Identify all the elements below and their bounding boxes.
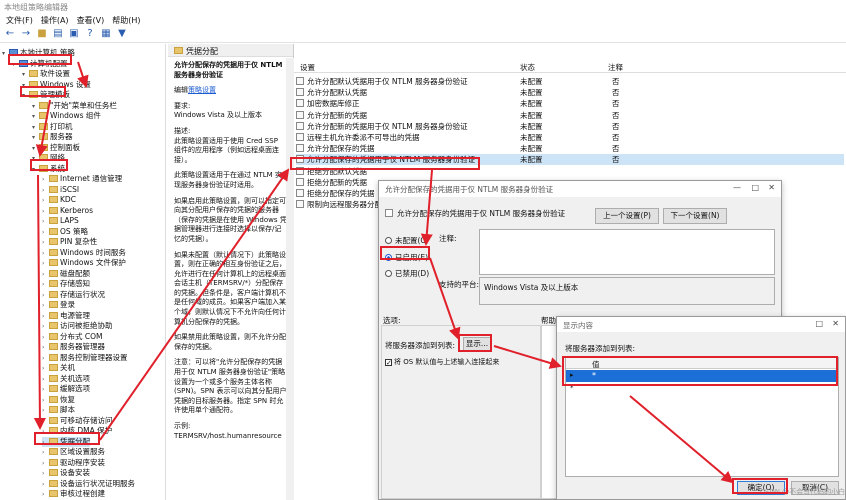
annotation-arrows bbox=[33, 61, 734, 484]
